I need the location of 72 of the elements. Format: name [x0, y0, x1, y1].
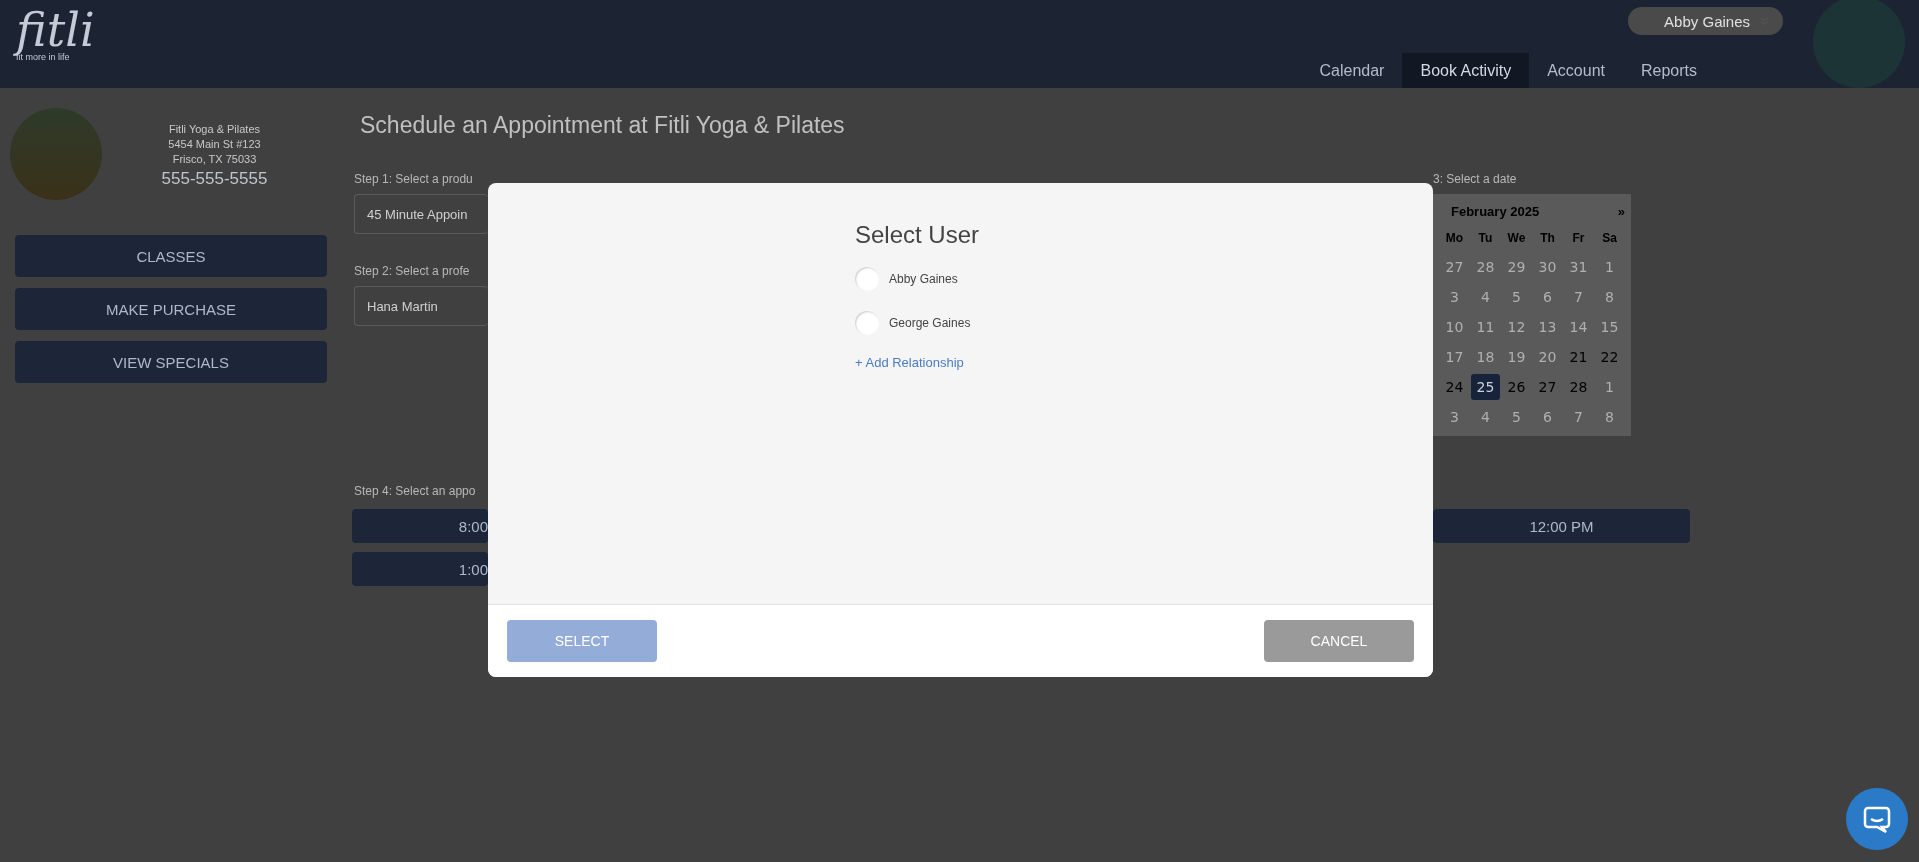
user-menu[interactable]: Abby Gaines	[1628, 7, 1783, 35]
calendar-day[interactable]: 29	[1502, 254, 1531, 280]
weekday-label: We	[1506, 230, 1527, 247]
calendar-day[interactable]: 17	[1440, 344, 1469, 370]
calendar-day[interactable]: 8	[1595, 284, 1624, 310]
month-label: February 2025	[1451, 203, 1540, 219]
calendar-day[interactable]: 7	[1564, 284, 1593, 310]
calendar-day[interactable]: 27	[1440, 254, 1469, 280]
calendar-day[interactable]: 4	[1471, 404, 1500, 430]
calendar-day[interactable]: 21	[1564, 344, 1593, 370]
phone-number: 555-555-5555	[161, 171, 268, 186]
radio-button[interactable]	[855, 311, 879, 335]
calendar-day[interactable]: 14	[1564, 314, 1593, 340]
user-option[interactable]: Abby Gaines	[855, 267, 958, 291]
calendar-day[interactable]: 30	[1533, 254, 1562, 280]
calendar-day[interactable]: 15	[1595, 314, 1624, 340]
calendar-day[interactable]: 7	[1564, 404, 1593, 430]
user-option[interactable]: George Gaines	[855, 311, 971, 335]
weekday-label: Tu	[1477, 230, 1494, 247]
calendar-day[interactable]: 13	[1533, 314, 1562, 340]
calendar-day[interactable]: 12	[1502, 314, 1531, 340]
calendar-day[interactable]: 1	[1595, 374, 1624, 400]
next-month-link[interactable]: »	[1617, 203, 1625, 219]
address-line: Frisco, TX 75033	[172, 152, 257, 167]
page-title: Schedule an Appointment at Fitli Yoga & Pilates	[360, 112, 846, 140]
sidebar-button[interactable]: MAKE PURCHASE	[15, 288, 327, 330]
calendar-day[interactable]: 11	[1471, 314, 1500, 340]
nav-tab[interactable]: Account	[1529, 53, 1623, 88]
sidebar-button[interactable]: CLASSES	[15, 235, 327, 277]
calendar-day[interactable]: 22	[1595, 344, 1624, 370]
nav-tab[interactable]: Reports	[1622, 53, 1715, 88]
address-line: 5454 Main St #123	[168, 137, 261, 152]
weekday-label: Sa	[1601, 230, 1618, 247]
calendar-day[interactable]: 25	[1471, 374, 1500, 400]
calendar-day[interactable]: 5	[1502, 284, 1531, 310]
time-slot-button[interactable]: 12:00 PM	[1433, 509, 1690, 543]
weekday-label: Th	[1539, 230, 1556, 247]
calendar-day[interactable]: 5	[1502, 404, 1531, 430]
calendar-day[interactable]: 6	[1533, 284, 1562, 310]
calendar-day[interactable]: 26	[1502, 374, 1531, 400]
calendar-day[interactable]: 3	[1440, 284, 1469, 310]
add-relationship-link[interactable]: + Add Relationship	[855, 355, 964, 370]
radio-button[interactable]	[855, 267, 879, 291]
calendar-day[interactable]: 19	[1502, 344, 1531, 370]
calendar-day[interactable]: 10	[1440, 314, 1469, 340]
calendar-day[interactable]: 20	[1533, 344, 1562, 370]
calendar-day[interactable]: 28	[1564, 374, 1593, 400]
step-label: 3: Select a date	[1433, 172, 1518, 188]
time-slot-button[interactable]: 8:00	[352, 509, 488, 543]
step-label: Step 4: Select an appo	[354, 484, 477, 500]
step-label: Step 2: Select a profe	[354, 264, 471, 280]
nav-tab[interactable]: Book Activity	[1402, 53, 1530, 88]
studio-name: Fitli Yoga & Pilates	[168, 122, 261, 137]
calendar-day[interactable]: 27	[1533, 374, 1562, 400]
calendar-day[interactable]: 28	[1471, 254, 1500, 280]
calendar-day[interactable]: 24	[1440, 374, 1469, 400]
step-label: Step 1: Select a produ	[354, 172, 474, 188]
sidebar-button[interactable]: VIEW SPECIALS	[15, 341, 327, 383]
calendar-day[interactable]: 3	[1440, 404, 1469, 430]
weekday-label: Fr	[1571, 230, 1586, 247]
nav-tab[interactable]: Calendar	[1301, 53, 1403, 88]
calendar-day[interactable]: 1	[1595, 254, 1624, 280]
calendar-day[interactable]: 4	[1471, 284, 1500, 310]
calendar-day[interactable]: 31	[1564, 254, 1593, 280]
time-slot-button[interactable]: 1:00	[352, 552, 488, 586]
dialog-title: Select User	[855, 221, 980, 249]
chat-icon	[1862, 804, 1892, 834]
cancel-button[interactable]: CANCEL	[1264, 620, 1414, 662]
calendar-day[interactable]: 8	[1595, 404, 1624, 430]
calendar-day[interactable]: 18	[1471, 344, 1500, 370]
calendar-day[interactable]: 6	[1533, 404, 1562, 430]
weekday-label: Mo	[1444, 230, 1465, 247]
